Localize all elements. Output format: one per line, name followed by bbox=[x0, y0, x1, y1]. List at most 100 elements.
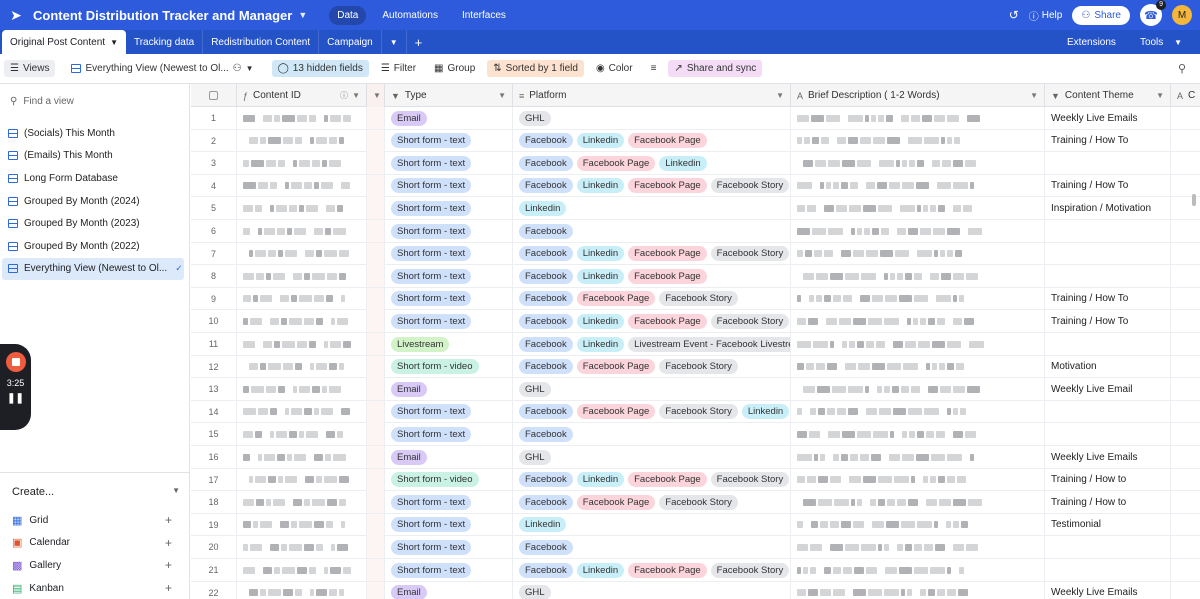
brief-description-cell[interactable] bbox=[791, 536, 1045, 559]
brief-description-cell[interactable] bbox=[791, 287, 1045, 310]
row-number[interactable]: 1 bbox=[191, 107, 237, 129]
content-theme-cell[interactable]: Training / How To bbox=[1045, 287, 1171, 310]
type-cell[interactable]: Email bbox=[385, 107, 513, 129]
type-cell[interactable]: Short form - text bbox=[385, 265, 513, 288]
content-id-cell[interactable] bbox=[237, 310, 367, 333]
row-number[interactable]: 5 bbox=[191, 197, 237, 220]
next-column-cell[interactable] bbox=[1171, 423, 1200, 445]
plus-icon[interactable]: + bbox=[165, 513, 172, 527]
brief-description-cell[interactable] bbox=[791, 333, 1045, 355]
type-cell[interactable]: Livestream bbox=[385, 333, 513, 355]
row-number[interactable]: 10 bbox=[191, 310, 237, 333]
next-column-cell[interactable] bbox=[1171, 469, 1200, 491]
platform-cell[interactable]: Facebook Linkedin Facebook Page Facebook St… bbox=[513, 468, 791, 491]
content-id-cell[interactable] bbox=[237, 423, 367, 446]
type-cell[interactable]: Short form - text bbox=[385, 559, 513, 581]
next-column-cell[interactable] bbox=[1171, 582, 1200, 599]
column-header-content-id[interactable]: ƒ Content ID ⓘ ▼ bbox=[237, 84, 367, 107]
content-id-cell[interactable] bbox=[237, 536, 367, 559]
group-button[interactable]: ▦ Group bbox=[428, 60, 481, 77]
content-theme-cell[interactable] bbox=[1045, 265, 1171, 288]
platform-cell[interactable]: Linkedin bbox=[513, 197, 791, 220]
content-theme-cell[interactable] bbox=[1045, 242, 1171, 265]
brief-description-cell[interactable] bbox=[791, 152, 1045, 175]
content-id-cell[interactable] bbox=[237, 197, 367, 220]
platform-cell[interactable]: Facebook Linkedin Facebook Page Facebook St… bbox=[513, 242, 791, 265]
sidebar-view-item[interactable]: Grouped By Month (2024) bbox=[0, 190, 190, 213]
row-number[interactable]: 21 bbox=[191, 559, 237, 581]
next-column-cell[interactable] bbox=[1171, 491, 1200, 513]
content-theme-cell[interactable]: Training / How to bbox=[1045, 491, 1171, 514]
content-id-cell[interactable] bbox=[237, 355, 367, 378]
row-height-icon[interactable]: ≡ bbox=[645, 60, 663, 77]
next-column-cell[interactable] bbox=[1171, 559, 1200, 581]
content-theme-cell[interactable]: Inspiration / Motivation bbox=[1045, 197, 1171, 220]
brief-description-cell[interactable] bbox=[791, 197, 1045, 220]
type-cell[interactable]: Short form - text bbox=[385, 423, 513, 446]
rocket-icon[interactable]: ➤ bbox=[8, 7, 24, 23]
chevron-down-icon[interactable]: ▼ bbox=[110, 38, 118, 47]
row-number[interactable]: 22 bbox=[191, 581, 237, 599]
content-id-cell[interactable] bbox=[237, 446, 367, 468]
next-column-cell[interactable] bbox=[1171, 175, 1200, 197]
row-number[interactable]: 16 bbox=[191, 446, 237, 468]
type-cell[interactable]: Short form - text bbox=[385, 174, 513, 197]
next-column-cell[interactable] bbox=[1171, 536, 1200, 558]
brief-description-cell[interactable] bbox=[791, 355, 1045, 378]
content-id-cell[interactable] bbox=[237, 174, 367, 197]
history-icon[interactable]: ↺ bbox=[1009, 8, 1019, 22]
type-cell[interactable]: Short form - text bbox=[385, 513, 513, 536]
brief-description-cell[interactable] bbox=[791, 468, 1045, 491]
row-number[interactable]: 19 bbox=[191, 513, 237, 536]
column-collapse-icon[interactable]: ▼ bbox=[367, 84, 385, 107]
content-theme-cell[interactable]: Training / How To bbox=[1045, 174, 1171, 197]
row-number[interactable]: 8 bbox=[191, 265, 237, 288]
content-theme-cell[interactable]: Weekly Live Emails bbox=[1045, 446, 1171, 468]
platform-cell[interactable]: Facebook bbox=[513, 423, 791, 446]
share-button[interactable]: ⚇ Share bbox=[1072, 5, 1130, 25]
column-header-brief-description[interactable]: A Brief Description ( 1-2 Words) ▼ bbox=[791, 84, 1045, 107]
content-theme-cell[interactable] bbox=[1045, 152, 1171, 175]
platform-cell[interactable]: GHL bbox=[513, 107, 791, 129]
table-row[interactable]: 13 Email GHL Weekly Live Email bbox=[191, 378, 1200, 401]
brief-description-cell[interactable] bbox=[791, 265, 1045, 288]
type-cell[interactable]: Short form - text bbox=[385, 220, 513, 242]
notifications-button[interactable]: ☎ 9 bbox=[1140, 0, 1166, 26]
content-id-cell[interactable] bbox=[237, 581, 367, 599]
create-view-kanban[interactable]: ▤ Kanban + bbox=[0, 577, 190, 599]
content-id-cell[interactable] bbox=[237, 491, 367, 514]
share-sync-button[interactable]: ↗ Share and sync bbox=[668, 60, 763, 77]
type-cell[interactable]: Email bbox=[385, 378, 513, 401]
type-cell[interactable]: Short form - text bbox=[385, 536, 513, 559]
brief-description-cell[interactable] bbox=[791, 242, 1045, 265]
table-row[interactable]: 1 Email GHL Weekly Live Emails bbox=[191, 107, 1200, 130]
nav-automations[interactable]: Automations bbox=[374, 6, 446, 25]
table-row[interactable]: 11 Livestream Facebook Linkedin Livestream E… bbox=[191, 333, 1200, 356]
next-column-cell[interactable] bbox=[1171, 378, 1200, 400]
plus-icon[interactable]: + bbox=[165, 558, 172, 572]
create-view-gallery[interactable]: ▩ Gallery + bbox=[0, 554, 190, 577]
content-id-cell[interactable] bbox=[237, 220, 367, 242]
table-row[interactable]: 9 Short form - text Facebook Facebook Page F… bbox=[191, 287, 1200, 311]
content-id-cell[interactable] bbox=[237, 378, 367, 401]
extensions-button[interactable]: Extensions bbox=[1059, 37, 1124, 48]
content-theme-cell[interactable]: Training / How To bbox=[1045, 310, 1171, 333]
type-cell[interactable]: Short form - text bbox=[385, 242, 513, 265]
row-number[interactable]: 14 bbox=[191, 400, 237, 423]
sidebar-view-item[interactable]: Everything View (Newest to Ol... ✓ bbox=[2, 257, 184, 281]
table-row[interactable]: 19 Short form - text Linkedin Testimonial bbox=[191, 513, 1200, 537]
platform-cell[interactable]: GHL bbox=[513, 446, 791, 468]
row-number[interactable]: 7 bbox=[191, 242, 237, 265]
brief-description-cell[interactable] bbox=[791, 129, 1045, 152]
content-id-cell[interactable] bbox=[237, 468, 367, 491]
brief-description-cell[interactable] bbox=[791, 559, 1045, 581]
table-row[interactable]: 2 Short form - text Facebook Linkedin Facebo… bbox=[191, 129, 1200, 153]
row-number[interactable]: 6 bbox=[191, 220, 237, 242]
next-column-cell[interactable] bbox=[1171, 130, 1200, 152]
table-row[interactable]: 4 Short form - text Facebook Linkedin Facebo… bbox=[191, 174, 1200, 198]
platform-cell[interactable]: Facebook Linkedin Livestream Event - Faceb… bbox=[513, 333, 791, 355]
content-theme-cell[interactable]: Motivation bbox=[1045, 355, 1171, 378]
plus-icon[interactable]: + bbox=[165, 581, 172, 595]
content-id-cell[interactable] bbox=[237, 265, 367, 288]
next-column-cell[interactable] bbox=[1171, 356, 1200, 378]
